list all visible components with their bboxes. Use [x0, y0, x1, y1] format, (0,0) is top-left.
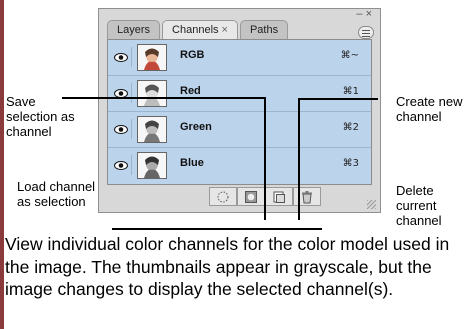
panel-menu-icon[interactable]: [358, 26, 374, 39]
save-callout-line-v: [264, 97, 266, 220]
channel-name: RGB: [180, 49, 205, 61]
left-edge-bar: [0, 0, 4, 329]
channel-thumbnail: [137, 152, 167, 179]
caption-text: View individual color channels for the c…: [5, 234, 450, 299]
save-callout-line-h: [62, 97, 265, 99]
mask-icon: [245, 190, 257, 203]
new-channel-icon: [273, 191, 285, 203]
channel-row-red[interactable]: Red ⌘1: [108, 76, 371, 112]
create-new-channel-button[interactable]: [265, 187, 293, 206]
channel-shortcut: ⌘1: [342, 86, 359, 97]
channel-row-rgb[interactable]: RGB ⌘~: [108, 40, 371, 76]
create-new-callout: Create new channel: [396, 94, 463, 124]
channel-list: RGB ⌘~ Red ⌘1 Green ⌘2 Blue ⌘3: [107, 39, 372, 185]
tab-layers-label: Layers: [117, 24, 151, 36]
delete-current-callout: Delete current channel: [396, 183, 442, 228]
channel-name: Green: [180, 121, 212, 133]
eye-icon[interactable]: [111, 47, 132, 67]
save-selection-callout: Save selection as channel: [6, 94, 75, 139]
resize-grip[interactable]: [367, 200, 376, 209]
channel-thumbnail: [137, 80, 167, 107]
trash-icon: [302, 190, 312, 203]
channels-panel: – × Layers Channels × Paths RGB ⌘~ Red ⌘…: [98, 8, 381, 213]
create-callout-line-v: [298, 98, 300, 220]
channel-row-blue[interactable]: Blue ⌘3: [108, 148, 371, 184]
channel-shortcut: ⌘2: [342, 122, 359, 133]
load-callout-line: [112, 228, 322, 230]
load-channel-as-selection-button[interactable]: [209, 187, 237, 206]
tab-paths[interactable]: Paths: [239, 20, 289, 39]
tab-paths-label: Paths: [249, 24, 279, 36]
channel-name: Blue: [180, 157, 204, 169]
create-callout-line-h: [298, 98, 378, 100]
channel-row-green[interactable]: Green ⌘2: [108, 112, 371, 148]
save-selection-as-channel-button[interactable]: [237, 187, 265, 206]
eye-icon[interactable]: [111, 83, 132, 103]
tab-layers[interactable]: Layers: [107, 20, 161, 39]
channel-thumbnail: [137, 116, 167, 143]
channel-shortcut: ⌘~: [340, 50, 359, 61]
tab-channels[interactable]: Channels ×: [162, 20, 238, 39]
tab-close-icon[interactable]: ×: [222, 24, 228, 36]
channel-name: Red: [180, 85, 201, 97]
load-channel-callout: Load channel as selection: [17, 179, 96, 209]
eye-icon[interactable]: [111, 119, 132, 139]
channel-thumbnail: [137, 44, 167, 71]
panel-tabs: Layers Channels × Paths: [107, 20, 289, 39]
dotted-circle-icon: [217, 191, 229, 202]
eye-icon[interactable]: [111, 155, 132, 175]
channel-shortcut: ⌘3: [342, 158, 359, 169]
window-controls[interactable]: – ×: [356, 9, 372, 20]
tab-channels-label: Channels: [172, 24, 219, 36]
